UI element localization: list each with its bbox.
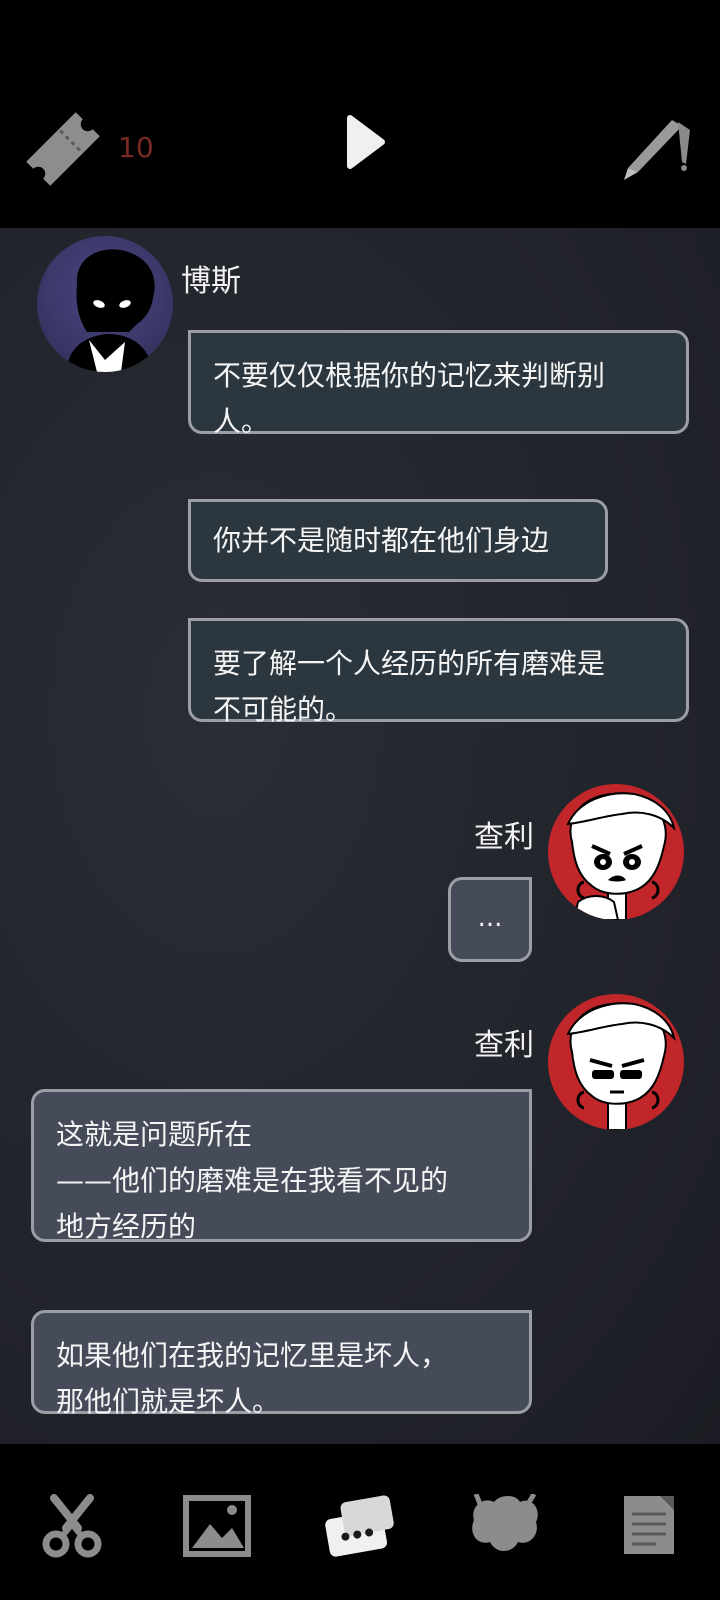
charlie-angry-face-icon — [566, 792, 676, 920]
charlie-avatar-angry[interactable] — [548, 784, 684, 920]
notes-icon[interactable] — [610, 1494, 686, 1560]
charlie-message-2: 如果他们在我的记忆里是坏人， 那他们就是坏人。 — [31, 1310, 532, 1418]
play-icon[interactable] — [340, 112, 390, 172]
top-bar: 10 — [0, 0, 720, 228]
charlie-name-2: 查利 — [474, 1028, 534, 1063]
bottom-nav — [0, 1444, 720, 1600]
charlie-message-1: 这就是问题所在 ——他们的磨难是在我看不见的 地方经历的 — [31, 1089, 532, 1243]
boss-name: 博斯 — [181, 264, 241, 299]
boss-message-2: 你并不是随时都在他们身边 — [188, 499, 608, 582]
ticket-icon[interactable] — [22, 108, 104, 190]
boss-silhouette-icon — [67, 249, 155, 372]
creature-icon[interactable] — [466, 1494, 542, 1560]
chat-icon[interactable] — [322, 1494, 398, 1560]
boss-message-1: 不要仅仅根据你的记忆来判断别 人。 — [188, 330, 689, 438]
scissors-icon[interactable] — [34, 1494, 110, 1560]
photo-icon[interactable] — [180, 1494, 256, 1560]
charlie-ellipsis-message: ... — [448, 877, 532, 962]
boss-avatar[interactable] — [37, 236, 173, 372]
chat-area[interactable]: 博斯 不要仅仅根据你的记忆来判断别 人。 你并不是随时都在他们身边 要了解一个人… — [0, 228, 720, 1444]
charlie-name: 查利 — [474, 820, 534, 855]
boss-message-3: 要了解一个人经历的所有磨难是 不可能的。 — [188, 618, 689, 726]
charlie-avatar-glare[interactable] — [548, 994, 684, 1130]
pen-icon[interactable] — [622, 112, 696, 182]
ticket-count: 10 — [118, 131, 154, 164]
charlie-glare-face-icon — [566, 1002, 676, 1130]
